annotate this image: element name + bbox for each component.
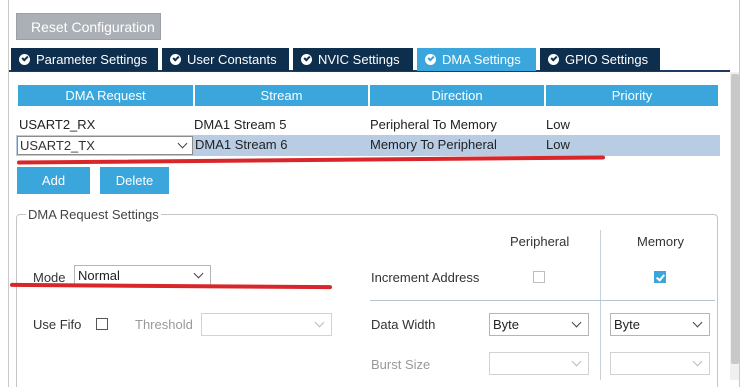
chevron-down-icon	[571, 317, 582, 328]
delete-button[interactable]: Delete	[100, 167, 169, 194]
panel-border-right	[739, 0, 740, 387]
tab-gpio-settings[interactable]: GPIO Settings	[540, 48, 660, 71]
dma-request-select-value: USART2_TX	[20, 138, 95, 153]
chevron-down-icon	[692, 317, 703, 328]
tab-label: NVIC Settings	[318, 52, 400, 67]
tab-dma-settings[interactable]: DMA Settings	[417, 48, 536, 71]
burst-size-peripheral-select[interactable]	[489, 352, 589, 375]
burst-size-memory-select[interactable]	[610, 352, 710, 375]
check-circle-icon	[301, 54, 312, 65]
use-fifo-checkbox[interactable]	[96, 318, 108, 330]
column-header-priority[interactable]: Priority	[546, 85, 718, 106]
use-fifo-label: Use Fifo	[33, 317, 82, 332]
check-circle-icon	[19, 54, 30, 65]
chevron-down-icon	[571, 356, 582, 367]
mode-select-value: Normal	[78, 268, 120, 283]
annotation-underline-row	[16, 155, 606, 165]
tab-label: Parameter Settings	[36, 52, 148, 67]
data-width-label: Data Width	[371, 317, 436, 332]
cell-priority: Low	[546, 117, 570, 132]
data-width-peripheral-value: Byte	[493, 317, 520, 332]
panel-border-left	[8, 0, 9, 387]
scrollbar-thumb[interactable]	[731, 74, 739, 364]
chevron-down-icon	[692, 356, 703, 367]
cell-priority: Low	[546, 137, 570, 152]
cell-stream: DMA1 Stream 6	[195, 137, 288, 152]
check-circle-icon	[548, 54, 559, 65]
tab-label: User Constants	[187, 52, 277, 67]
increment-peripheral-checkbox[interactable]	[533, 271, 545, 283]
tab-label: GPIO Settings	[565, 52, 649, 67]
data-width-memory-select[interactable]: Byte	[610, 313, 710, 336]
check-circle-icon	[170, 54, 181, 65]
chevron-down-icon	[177, 138, 188, 149]
reset-configuration-button[interactable]: Reset Configuration	[16, 13, 161, 40]
data-width-memory-value: Byte	[614, 317, 641, 332]
dma-request-select[interactable]: USART2_TX	[17, 136, 193, 155]
check-circle-icon	[425, 54, 436, 65]
dma-request-settings-legend: DMA Request Settings	[26, 207, 161, 222]
chevron-down-icon	[314, 317, 325, 328]
cell-direction: Memory To Peripheral	[370, 137, 497, 152]
threshold-select[interactable]	[201, 313, 332, 336]
tab-parameter-settings[interactable]: Parameter Settings	[11, 48, 158, 71]
tab-label: DMA Settings	[442, 52, 521, 67]
column-label-memory: Memory	[637, 234, 684, 249]
table-row[interactable]: USART2_RX DMA1 Stream 5 Peripheral To Me…	[16, 115, 720, 135]
tab-nvic-settings[interactable]: NVIC Settings	[293, 48, 413, 71]
column-header-direction[interactable]: Direction	[370, 85, 544, 106]
column-divider	[600, 230, 601, 380]
cell-direction: Peripheral To Memory	[370, 117, 497, 132]
cell-dma-request: USART2_RX	[19, 117, 96, 132]
increment-memory-checkbox[interactable]	[654, 271, 666, 283]
column-label-peripheral: Peripheral	[510, 234, 570, 249]
threshold-label: Threshold	[135, 317, 193, 332]
increment-address-label: Increment Address	[371, 270, 480, 285]
chevron-down-icon	[193, 268, 204, 279]
add-button[interactable]: Add	[17, 167, 90, 194]
tab-user-constants[interactable]: User Constants	[162, 48, 289, 71]
column-header-dma-request[interactable]: DMA Request	[18, 85, 193, 106]
settings-divider	[370, 300, 715, 301]
column-header-stream[interactable]: Stream	[195, 85, 368, 106]
burst-size-label: Burst Size	[371, 357, 431, 372]
cell-stream: DMA1 Stream 5	[194, 117, 287, 132]
data-width-peripheral-select[interactable]: Byte	[489, 313, 589, 336]
